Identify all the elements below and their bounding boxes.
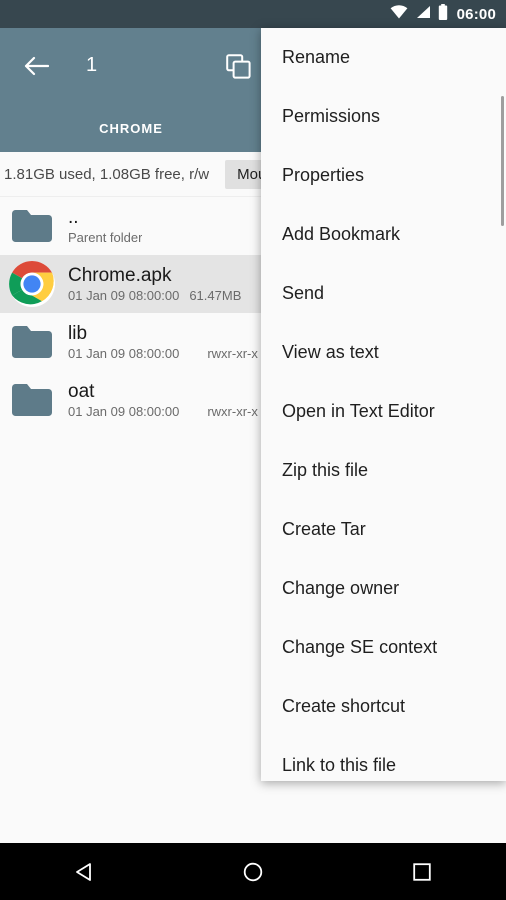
menu-item-permissions[interactable]: Permissions xyxy=(261,87,506,146)
battery-icon xyxy=(438,3,448,25)
folder-icon xyxy=(8,202,56,250)
status-bar: 06:00 xyxy=(0,0,506,28)
menu-item-create-shortcut[interactable]: Create shortcut xyxy=(261,677,506,736)
back-triangle-icon[interactable] xyxy=(54,852,114,892)
menu-item-rename[interactable]: Rename xyxy=(261,28,506,87)
menu-item-create-tar[interactable]: Create Tar xyxy=(261,500,506,559)
menu-item-change-owner[interactable]: Change owner xyxy=(261,559,506,618)
file-date: 01 Jan 09 08:00:00 xyxy=(68,403,180,419)
file-permissions: rwxr-xr-x xyxy=(207,403,258,419)
wifi-icon xyxy=(390,4,408,24)
recents-square-icon[interactable] xyxy=(392,852,452,892)
list-item-text: oat 01 Jan 09 08:00:00 rwxr-xr-x xyxy=(68,380,258,421)
file-date: 01 Jan 09 08:00:00 xyxy=(68,287,180,303)
context-menu-scrollbar[interactable] xyxy=(501,96,504,226)
menu-item-view-as-text[interactable]: View as text xyxy=(261,323,506,382)
copy-icon[interactable] xyxy=(216,46,260,86)
home-circle-icon[interactable] xyxy=(223,852,283,892)
context-menu: Rename Permissions Properties Add Bookma… xyxy=(261,28,506,781)
menu-item-add-bookmark[interactable]: Add Bookmark xyxy=(261,205,506,264)
file-meta: 01 Jan 09 08:00:00 rwxr-xr-x xyxy=(68,403,258,421)
menu-item-link-to-this-file[interactable]: Link to this file xyxy=(261,736,506,781)
chrome-icon xyxy=(8,260,56,308)
android-file-manager-screen: 06:00 1 CHROME 1.81GB used, 1.08GB free,… xyxy=(0,0,506,900)
file-meta: 01 Jan 09 08:00:00 61.47MB xyxy=(68,287,241,305)
file-meta: Parent folder xyxy=(68,229,143,245)
file-name: lib xyxy=(68,322,88,344)
list-item-text: lib 01 Jan 09 08:00:00 rwxr-xr-x xyxy=(68,322,258,363)
tab-chrome[interactable]: CHROME xyxy=(0,121,262,136)
menu-item-properties[interactable]: Properties xyxy=(261,146,506,205)
back-button[interactable] xyxy=(16,46,56,86)
folder-icon xyxy=(8,318,56,366)
menu-item-send[interactable]: Send xyxy=(261,264,506,323)
storage-info: 1.81GB used, 1.08GB free, r/w xyxy=(4,165,210,183)
menu-item-zip-this-file[interactable]: Zip this file xyxy=(261,441,506,500)
list-item-text: Chrome.apk 01 Jan 09 08:00:00 61.47MB xyxy=(68,264,241,305)
file-name: .. xyxy=(68,206,79,228)
selection-count: 1 xyxy=(86,54,98,76)
signal-icon xyxy=(415,5,431,24)
file-meta: 01 Jan 09 08:00:00 rwxr-xr-x xyxy=(68,345,258,363)
menu-item-open-in-text-editor[interactable]: Open in Text Editor xyxy=(261,382,506,441)
system-navigation-bar xyxy=(0,843,506,900)
menu-item-change-se-context[interactable]: Change SE context xyxy=(261,618,506,677)
file-name: oat xyxy=(68,380,95,402)
file-size: 61.47MB xyxy=(189,287,242,303)
list-item-text: .. Parent folder xyxy=(68,206,142,247)
status-time: 06:00 xyxy=(456,5,496,23)
folder-icon xyxy=(8,376,56,424)
file-date: 01 Jan 09 08:00:00 xyxy=(68,345,180,361)
file-permissions: rwxr-xr-x xyxy=(207,345,258,361)
file-name: Chrome.apk xyxy=(68,264,172,286)
